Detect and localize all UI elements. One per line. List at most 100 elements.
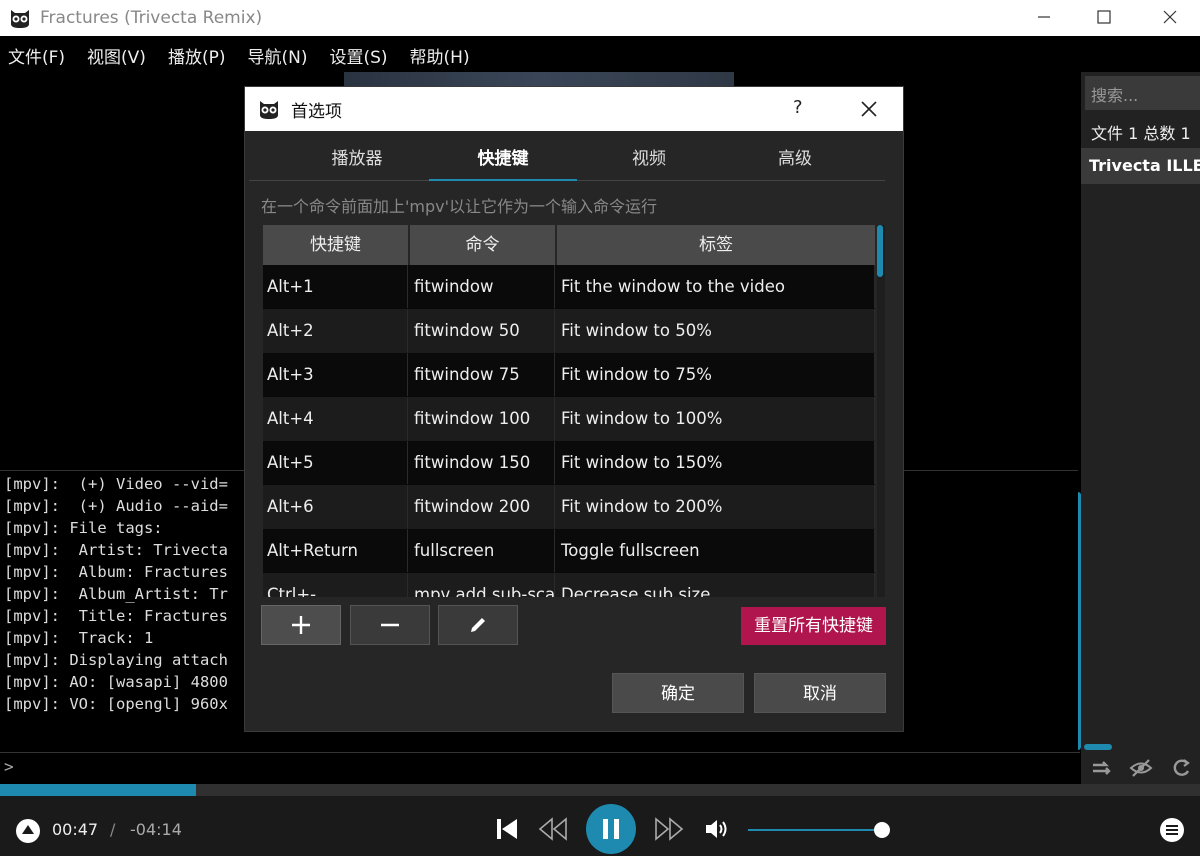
table-scrollbar-thumb[interactable]: [877, 225, 883, 277]
volume-icon[interactable]: [704, 817, 730, 841]
time-remaining[interactable]: -04:14: [130, 820, 182, 839]
menu-help[interactable]: 帮助(H): [410, 43, 470, 68]
playlist-item[interactable]: Trivecta ILLENIUM: [1081, 148, 1200, 184]
owl-app-icon: [11, 10, 29, 28]
tab-player[interactable]: 播放器: [283, 137, 431, 181]
table-scrollbar[interactable]: [877, 225, 885, 597]
add-shortcut-button[interactable]: [261, 605, 341, 645]
maximize-icon: [1097, 10, 1111, 24]
table-row[interactable]: Ctrl+- mpv add sub-scale Decrease sub size: [263, 573, 875, 597]
reset-shortcuts-button[interactable]: 重置所有快捷键: [741, 607, 886, 645]
cell-label: Fit window to 50%: [557, 309, 875, 352]
table-header: 快捷键 命令 标签: [263, 225, 875, 265]
ok-button[interactable]: 确定: [612, 673, 744, 713]
play-pause-button[interactable]: [586, 804, 636, 854]
cell-label: Toggle fullscreen: [557, 529, 875, 572]
repeat-icon[interactable]: [1090, 757, 1112, 779]
cancel-button[interactable]: 取消: [754, 673, 886, 713]
menu-settings[interactable]: 设置(S): [329, 43, 387, 68]
cell-label: Fit the window to the video: [557, 265, 875, 308]
dialog-title: 首选项: [291, 101, 342, 122]
playlist-hscrollbar[interactable]: [1084, 744, 1112, 750]
volume-slider-knob[interactable]: [874, 822, 890, 838]
command-prompt: >: [4, 757, 14, 776]
cell-command: fitwindow 150: [410, 441, 555, 484]
cell-key: Alt+5: [263, 441, 408, 484]
dialog-title-bar: 首选项 ?: [245, 87, 903, 131]
time-elapsed: 00:47: [52, 820, 99, 839]
command-input[interactable]: >: [0, 752, 1080, 784]
close-icon: [1163, 10, 1177, 24]
table-row[interactable]: Alt+5 fitwindow 150 Fit window to 150%: [263, 441, 875, 485]
rewind-icon[interactable]: [538, 816, 568, 842]
preferences-tabs: 播放器 快捷键 视频 高级: [249, 137, 885, 181]
tab-advanced[interactable]: 高级: [721, 137, 869, 181]
table-row[interactable]: Alt+3 fitwindow 75 Fit window to 75%: [263, 353, 875, 397]
table-row[interactable]: Alt+1 fitwindow Fit the window to the vide…: [263, 265, 875, 309]
close-button[interactable]: [1140, 0, 1200, 34]
cell-key: Alt+6: [263, 485, 408, 528]
table-row[interactable]: Alt+Return fullscreen Toggle fullscreen: [263, 529, 875, 573]
fast-forward-icon[interactable]: [654, 816, 684, 842]
pencil-icon: [471, 618, 485, 632]
table-row[interactable]: Alt+6 fitwindow 200 Fit window to 200%: [263, 485, 875, 529]
cell-command: fitwindow 200: [410, 485, 555, 528]
cell-label: Fit window to 75%: [557, 353, 875, 396]
cell-label: Fit window to 150%: [557, 441, 875, 484]
table-row[interactable]: Alt+2 fitwindow 50 Fit window to 50%: [263, 309, 875, 353]
playlist-search-input[interactable]: 搜索...: [1085, 76, 1200, 110]
menu-navigate[interactable]: 导航(N): [247, 43, 307, 68]
cell-key: Alt+2: [263, 309, 408, 352]
shortcut-hint: 在一个命令前面加上'mpv'以让它作为一个输入命令运行: [261, 197, 658, 216]
maximize-button[interactable]: [1074, 0, 1134, 34]
table-row[interactable]: Alt+4 fitwindow 100 Fit window to 100%: [263, 397, 875, 441]
cell-key: Alt+3: [263, 353, 408, 396]
tab-shortcuts[interactable]: 快捷键: [429, 137, 577, 181]
cell-key: Alt+Return: [263, 529, 408, 572]
skip-previous-icon[interactable]: [494, 816, 520, 842]
owl-app-icon: [260, 101, 278, 119]
cell-label: Fit window to 100%: [557, 397, 875, 440]
edit-shortcut-button[interactable]: [438, 605, 518, 645]
window-title: Fractures (Trivecta Remix): [40, 8, 263, 28]
column-header-command[interactable]: 命令: [410, 225, 555, 265]
eject-icon[interactable]: [15, 818, 41, 844]
cell-label: Fit window to 200%: [557, 485, 875, 528]
playlist-count: 文件 1 总数 1: [1091, 124, 1191, 143]
tab-video[interactable]: 视频: [575, 137, 723, 181]
cell-key: Alt+1: [263, 265, 408, 308]
seek-bar[interactable]: [0, 784, 1200, 796]
column-header-label[interactable]: 标签: [557, 225, 875, 265]
pause-icon: [603, 819, 619, 839]
refresh-icon[interactable]: [1170, 757, 1192, 779]
menu-playback[interactable]: 播放(P): [168, 43, 226, 68]
hide-eye-icon[interactable]: [1129, 757, 1153, 779]
help-button[interactable]: ?: [793, 97, 803, 118]
minus-icon: [381, 623, 399, 627]
menu-file[interactable]: 文件(F): [8, 43, 65, 68]
column-header-key[interactable]: 快捷键: [263, 225, 408, 265]
remove-shortcut-button[interactable]: [350, 605, 430, 645]
cell-command: fullscreen: [410, 529, 555, 572]
cell-key: Ctrl+-: [263, 573, 408, 597]
preferences-dialog: 首选项 ? 播放器 快捷键 视频 高级 在一个命令前面加上'mpv'以让它作为一…: [244, 86, 904, 732]
cell-key: Alt+4: [263, 397, 408, 440]
minimize-icon: [1038, 16, 1050, 18]
menu-bar: 文件(F) 视图(V) 播放(P) 导航(N) 设置(S) 帮助(H): [0, 38, 1200, 72]
playlist-menu-icon[interactable]: [1160, 818, 1184, 842]
title-bar: Fractures (Trivecta Remix): [0, 0, 1200, 36]
cell-command: mpv add sub-scale: [410, 573, 555, 597]
menu-view[interactable]: 视图(V): [87, 43, 146, 68]
playlist-panel: 搜索... 文件 1 总数 1 Trivecta ILLENIUM: [1081, 72, 1200, 784]
volume-slider-track[interactable]: [748, 829, 878, 831]
time-separator: /: [110, 820, 116, 839]
seek-progress: [0, 784, 196, 796]
shortcuts-table: 快捷键 命令 标签 Alt+1 fitwindow Fit the window t…: [263, 225, 875, 597]
player-controls: 00:47 / -04:14: [0, 796, 1200, 856]
plus-icon: [292, 616, 310, 634]
minimize-button[interactable]: [1014, 0, 1074, 34]
cell-command: fitwindow: [410, 265, 555, 308]
cell-command: fitwindow 100: [410, 397, 555, 440]
app-window: Fractures (Trivecta Remix) 文件(F) 视图(V) 播…: [0, 0, 1200, 856]
dialog-close-icon[interactable]: [857, 97, 881, 121]
